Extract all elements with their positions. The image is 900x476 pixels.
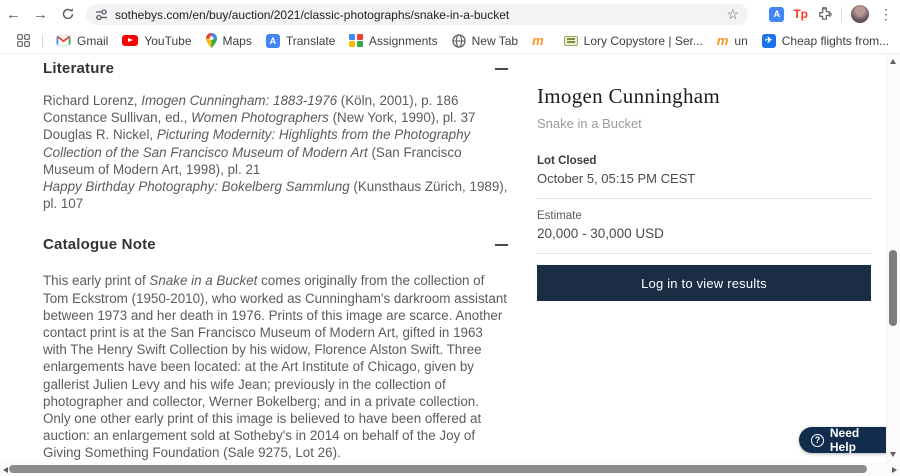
flights-icon: ✈ — [762, 34, 776, 48]
citation-title: Women Photographers — [191, 110, 329, 125]
bookmarks-bar: Gmail YouTube Maps A Translate — [0, 28, 900, 54]
bookmark-moodle-1[interactable]: m — [525, 30, 557, 52]
bookmark-star-icon[interactable]: ☆ — [726, 6, 739, 23]
bookmark-maps[interactable]: Maps — [199, 30, 259, 52]
moodle-icon: m — [532, 34, 544, 47]
bookmark-youtube[interactable]: YouTube — [115, 30, 198, 52]
bookmark-moodle-2[interactable]: m un — [710, 30, 755, 52]
lot-closed-date: October 5, 05:15 PM CEST — [537, 171, 871, 186]
horizontal-scrollbar[interactable] — [0, 462, 900, 476]
literature-list: Richard Lorenz, Imogen Cunningham: 1883-… — [43, 92, 508, 212]
forward-icon[interactable]: → — [27, 0, 54, 28]
citation-text: Constance Sullivan, ed., — [43, 110, 191, 125]
estimate-value: 20,000 - 30,000 USD — [537, 226, 871, 241]
catalogue-note-heading: Catalogue Note — [43, 236, 156, 253]
tp-extension-icon[interactable]: Tp — [793, 7, 808, 21]
need-help-button[interactable]: ? Need Help — [799, 427, 900, 453]
divider — [537, 253, 871, 254]
bookmark-translate[interactable]: A Translate — [259, 30, 343, 52]
bookmark-label: Translate — [286, 34, 336, 48]
catalogue-note-section-header: Catalogue Note — [43, 236, 508, 253]
maps-pin-icon — [206, 33, 217, 48]
work-title-inline: Snake in a Bucket — [149, 273, 257, 288]
document-icon — [564, 36, 578, 46]
bookmarks-separator — [42, 34, 43, 48]
lot-summary-sidebar: Imogen Cunningham Snake in a Bucket Lot … — [537, 84, 871, 301]
bookmark-label: un — [734, 34, 747, 48]
vertical-scrollbar[interactable] — [886, 54, 900, 462]
collapse-icon[interactable] — [495, 62, 508, 75]
bookmark-new-tab[interactable]: New Tab — [445, 30, 525, 52]
scroll-right-icon[interactable] — [892, 467, 897, 473]
scroll-left-icon[interactable] — [3, 467, 8, 473]
translate-icon: A — [266, 34, 280, 48]
bookmark-label: Cheap flights from... — [782, 34, 889, 48]
collapse-icon[interactable] — [495, 238, 508, 251]
citation-title: Happy Birthday Photography: Bokelberg Sa… — [43, 179, 350, 194]
translate-extension-icon[interactable]: A — [769, 7, 784, 22]
apps-grid-icon[interactable] — [10, 34, 36, 47]
literature-item: Happy Birthday Photography: Bokelberg Sa… — [43, 178, 508, 212]
artist-name: Imogen Cunningham — [537, 84, 871, 109]
catalogue-note-paragraph: This early print of Snake in a Bucket co… — [43, 272, 508, 461]
literature-item: Douglas R. Nickel, Picturing Modernity: … — [43, 126, 508, 178]
colored-grid-icon — [349, 34, 363, 48]
youtube-icon — [122, 35, 138, 46]
need-help-label: Need Help — [830, 426, 888, 454]
gmail-icon — [56, 35, 71, 46]
literature-item: Constance Sullivan, ed., Women Photograp… — [43, 109, 508, 126]
extensions-puzzle-icon[interactable] — [817, 7, 832, 22]
bookmark-label: New Tab — [472, 34, 518, 48]
lot-details-column: Literature Richard Lorenz, Imogen Cunnin… — [43, 60, 508, 476]
note-text: This early print of — [43, 273, 149, 288]
menu-kebab-icon[interactable]: ⋮ — [878, 6, 894, 23]
lot-status-label: Lot Closed — [537, 155, 871, 167]
vertical-scrollbar-thumb[interactable] — [889, 250, 897, 326]
bookmark-gmail[interactable]: Gmail — [49, 30, 115, 52]
estimate-label: Estimate — [537, 210, 871, 222]
bookmark-label: YouTube — [144, 34, 191, 48]
site-settings-icon[interactable] — [95, 8, 108, 21]
bookmark-assignments[interactable]: Assignments — [342, 30, 444, 52]
scroll-up-icon[interactable] — [890, 59, 896, 64]
address-bar[interactable]: sothebys.com/en/buy/auction/2021/classic… — [86, 4, 748, 25]
moodle-icon: m — [717, 34, 729, 47]
bookmark-label: Lory Copystore | Ser... — [584, 34, 703, 48]
note-text: comes originally from the collection of … — [43, 273, 507, 460]
citation-text: Douglas R. Nickel, — [43, 127, 157, 142]
bookmark-label: Gmail — [77, 34, 108, 48]
url-text[interactable]: sothebys.com/en/buy/auction/2021/classic… — [115, 8, 509, 22]
literature-item: Richard Lorenz, Imogen Cunningham: 1883-… — [43, 92, 508, 109]
login-to-view-results-button[interactable]: Log in to view results — [537, 265, 871, 301]
citation-title: Imogen Cunningham: 1883-1976 — [141, 93, 337, 108]
citation-text: (Köln, 2001), p. 186 — [337, 93, 458, 108]
toolbar-separator — [841, 7, 842, 22]
horizontal-scrollbar-thumb[interactable] — [9, 465, 867, 473]
bookmark-cheap-flights[interactable]: ✈ Cheap flights from... — [755, 30, 896, 52]
reload-glyph — [61, 7, 75, 21]
bookmark-label: Maps — [223, 34, 252, 48]
reload-icon[interactable] — [54, 0, 81, 28]
scroll-down-icon[interactable] — [890, 452, 896, 457]
profile-avatar[interactable] — [851, 5, 869, 23]
question-mark-icon: ? — [811, 434, 824, 447]
literature-section-header: Literature — [43, 60, 508, 77]
globe-icon — [452, 34, 466, 48]
toolbar-extensions: A Tp ⋮ — [769, 0, 898, 28]
browser-toolbar: ← → sothebys.com/en/buy/auction/2021/cla… — [0, 0, 900, 28]
citation-text: (New York, 1990), pl. 37 — [329, 110, 476, 125]
back-icon[interactable]: ← — [0, 0, 27, 28]
literature-heading: Literature — [43, 60, 114, 77]
browser-window: ← → sothebys.com/en/buy/auction/2021/cla… — [0, 0, 900, 476]
divider — [537, 198, 871, 199]
bookmark-label: Assignments — [369, 34, 438, 48]
citation-text: Richard Lorenz, — [43, 93, 141, 108]
work-title: Snake in a Bucket — [537, 116, 871, 131]
bookmark-lory-copystore[interactable]: Lory Copystore | Ser... — [557, 30, 710, 52]
